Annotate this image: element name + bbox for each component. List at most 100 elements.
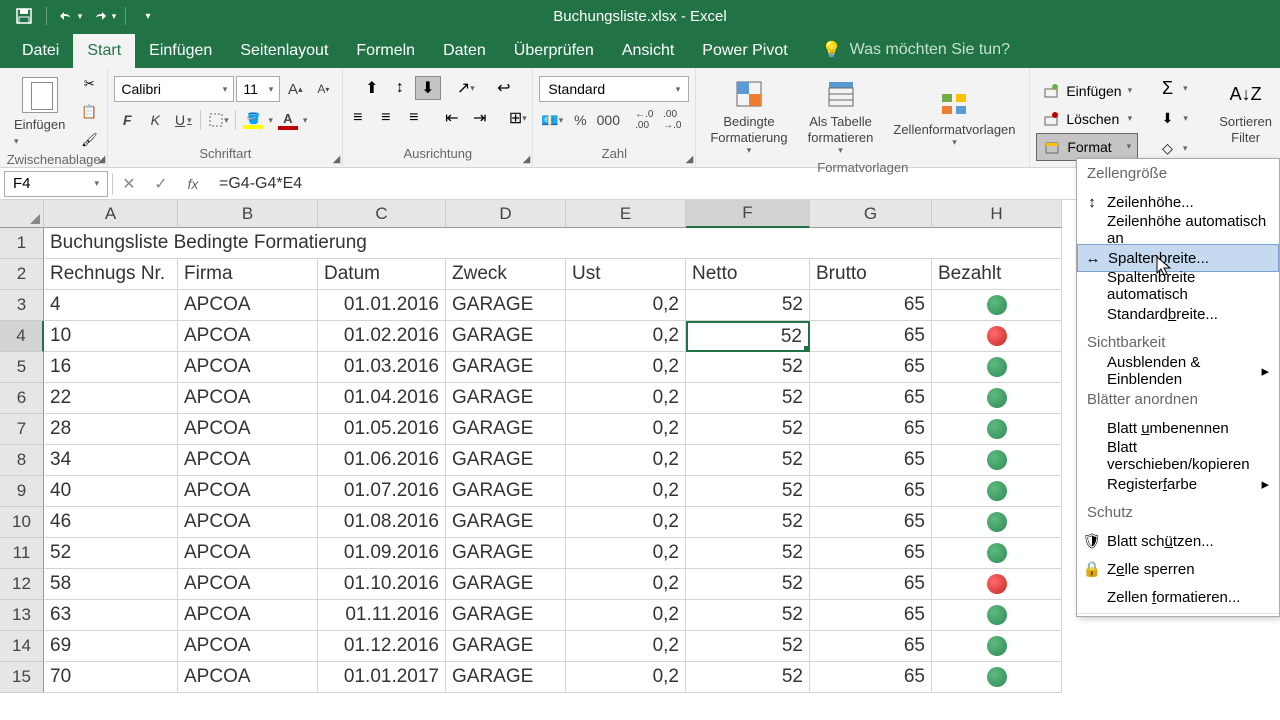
cell-B10[interactable]: APCOA [178,507,318,538]
cell-D12[interactable]: GARAGE [446,569,566,600]
cell-F13[interactable]: 52 [686,600,810,631]
tab-einfuegen[interactable]: Einfügen [135,34,226,68]
cell-B15[interactable]: APCOA [178,662,318,693]
cell-A8[interactable]: 34 [44,445,178,476]
cell-E7[interactable]: 0,2 [566,414,686,445]
cell-B4[interactable]: APCOA [178,321,318,352]
cell-D6[interactable]: GARAGE [446,383,566,414]
cell-D5[interactable]: GARAGE [446,352,566,383]
shrink-font-button[interactable]: A▾ [310,77,336,101]
cell-E10[interactable]: 0,2 [566,507,686,538]
cut-button[interactable]: ✂ [77,72,101,96]
cell-B7[interactable]: APCOA [178,414,318,445]
align-bottom[interactable]: ⬇ [415,76,441,100]
cell-F9[interactable]: 52 [686,476,810,507]
cell-F15[interactable]: 52 [686,662,810,693]
cell-A13[interactable]: 63 [44,600,178,631]
row-header-2[interactable]: 2 [0,259,44,290]
cell-A10[interactable]: 46 [44,507,178,538]
cell-G12[interactable]: 65 [810,569,932,600]
row-header-8[interactable]: 8 [0,445,44,476]
cell-A4[interactable]: 10 [44,321,178,352]
bold-button[interactable]: F [114,108,140,132]
cell-H9[interactable] [932,476,1062,507]
col-header-H[interactable]: H [932,200,1062,228]
cell-D8[interactable]: GARAGE [446,445,566,476]
font-size-combo[interactable]: 11▾ [236,76,280,102]
italic-button[interactable]: K [142,108,168,132]
row-header-7[interactable]: 7 [0,414,44,445]
row-header-15[interactable]: 15 [0,662,44,693]
font-name-combo[interactable]: Calibri▾ [114,76,234,102]
header-cell[interactable]: Datum [318,259,446,290]
tab-formeln[interactable]: Formeln [342,34,429,68]
cell-H3[interactable] [932,290,1062,321]
cell-A14[interactable]: 69 [44,631,178,662]
cell-C6[interactable]: 01.04.2016 [318,383,446,414]
align-center[interactable]: ≡ [373,106,399,130]
align-top[interactable]: ⬆ [359,76,385,100]
cell-C13[interactable]: 01.11.2016 [318,600,446,631]
format-cells-button[interactable]: Format▾ [1036,133,1138,161]
clipboard-launcher[interactable]: ◢ [98,154,106,165]
insert-cells-button[interactable]: Einfügen▾ [1036,77,1138,105]
cell-C5[interactable]: 01.03.2016 [318,352,446,383]
cell-E9[interactable]: 0,2 [566,476,686,507]
select-all-corner[interactable] [0,200,44,228]
border-button[interactable]: ▾ [205,108,231,132]
cell-D9[interactable]: GARAGE [446,476,566,507]
paste-button[interactable]: Einfügen▾ [6,75,73,149]
cell-C9[interactable]: 01.07.2016 [318,476,446,507]
tab-seitenlayout[interactable]: Seitenlayout [226,34,342,68]
row-header-4[interactable]: 4 [0,321,44,352]
dropdown-item[interactable]: 🛡Blatt schützen... [1077,527,1279,555]
cell-H13[interactable] [932,600,1062,631]
cell-D10[interactable]: GARAGE [446,507,566,538]
row-header-9[interactable]: 9 [0,476,44,507]
align-right[interactable]: ≡ [401,106,427,130]
cell-G5[interactable]: 65 [810,352,932,383]
cell-G15[interactable]: 65 [810,662,932,693]
row-header-6[interactable]: 6 [0,383,44,414]
conditional-formatting-button[interactable]: Bedingte Formatierung▾ [702,72,795,160]
cell-A15[interactable]: 70 [44,662,178,693]
fx-button[interactable]: fx [177,171,209,197]
cell-B12[interactable]: APCOA [178,569,318,600]
cell-C14[interactable]: 01.12.2016 [318,631,446,662]
number-format-combo[interactable]: Standard▾ [539,76,689,102]
cell-C11[interactable]: 01.09.2016 [318,538,446,569]
cell-D7[interactable]: GARAGE [446,414,566,445]
cell-F5[interactable]: 52 [686,352,810,383]
dropdown-item[interactable]: 🔒Zelle sperren [1077,555,1279,583]
cell-styles-button[interactable]: Zellenformatvorlagen▾ [885,80,1023,153]
cell-A9[interactable]: 40 [44,476,178,507]
number-launcher[interactable]: ◢ [686,154,694,165]
indent-decrease[interactable]: ⇤ [439,106,465,130]
cell-H5[interactable] [932,352,1062,383]
cell-F10[interactable]: 52 [686,507,810,538]
enter-formula-button[interactable]: ✓ [145,171,177,197]
cell-F11[interactable]: 52 [686,538,810,569]
row-header-11[interactable]: 11 [0,538,44,569]
cell-G7[interactable]: 65 [810,414,932,445]
cell-H11[interactable] [932,538,1062,569]
align-middle[interactable]: ↕ [387,76,413,100]
cell-B9[interactable]: APCOA [178,476,318,507]
cell-C8[interactable]: 01.06.2016 [318,445,446,476]
cell-C10[interactable]: 01.08.2016 [318,507,446,538]
header-cell[interactable]: Brutto [810,259,932,290]
cell-F3[interactable]: 52 [686,290,810,321]
copy-button[interactable]: 📋 [77,100,101,124]
save-button[interactable] [8,2,40,30]
percent-button[interactable]: % [567,108,593,132]
indent-increase[interactable]: ⇥ [467,106,493,130]
cell-F12[interactable]: 52 [686,569,810,600]
cell-E12[interactable]: 0,2 [566,569,686,600]
cell-E8[interactable]: 0,2 [566,445,686,476]
alignment-launcher[interactable]: ◢ [523,154,531,165]
format-painter-button[interactable]: 🖌 [77,128,101,152]
cell-B3[interactable]: APCOA [178,290,318,321]
cell-H8[interactable] [932,445,1062,476]
dropdown-item[interactable]: Blatt verschieben/kopieren [1077,442,1279,470]
format-as-table-button[interactable]: Als Tabelle formatieren▾ [800,72,882,160]
